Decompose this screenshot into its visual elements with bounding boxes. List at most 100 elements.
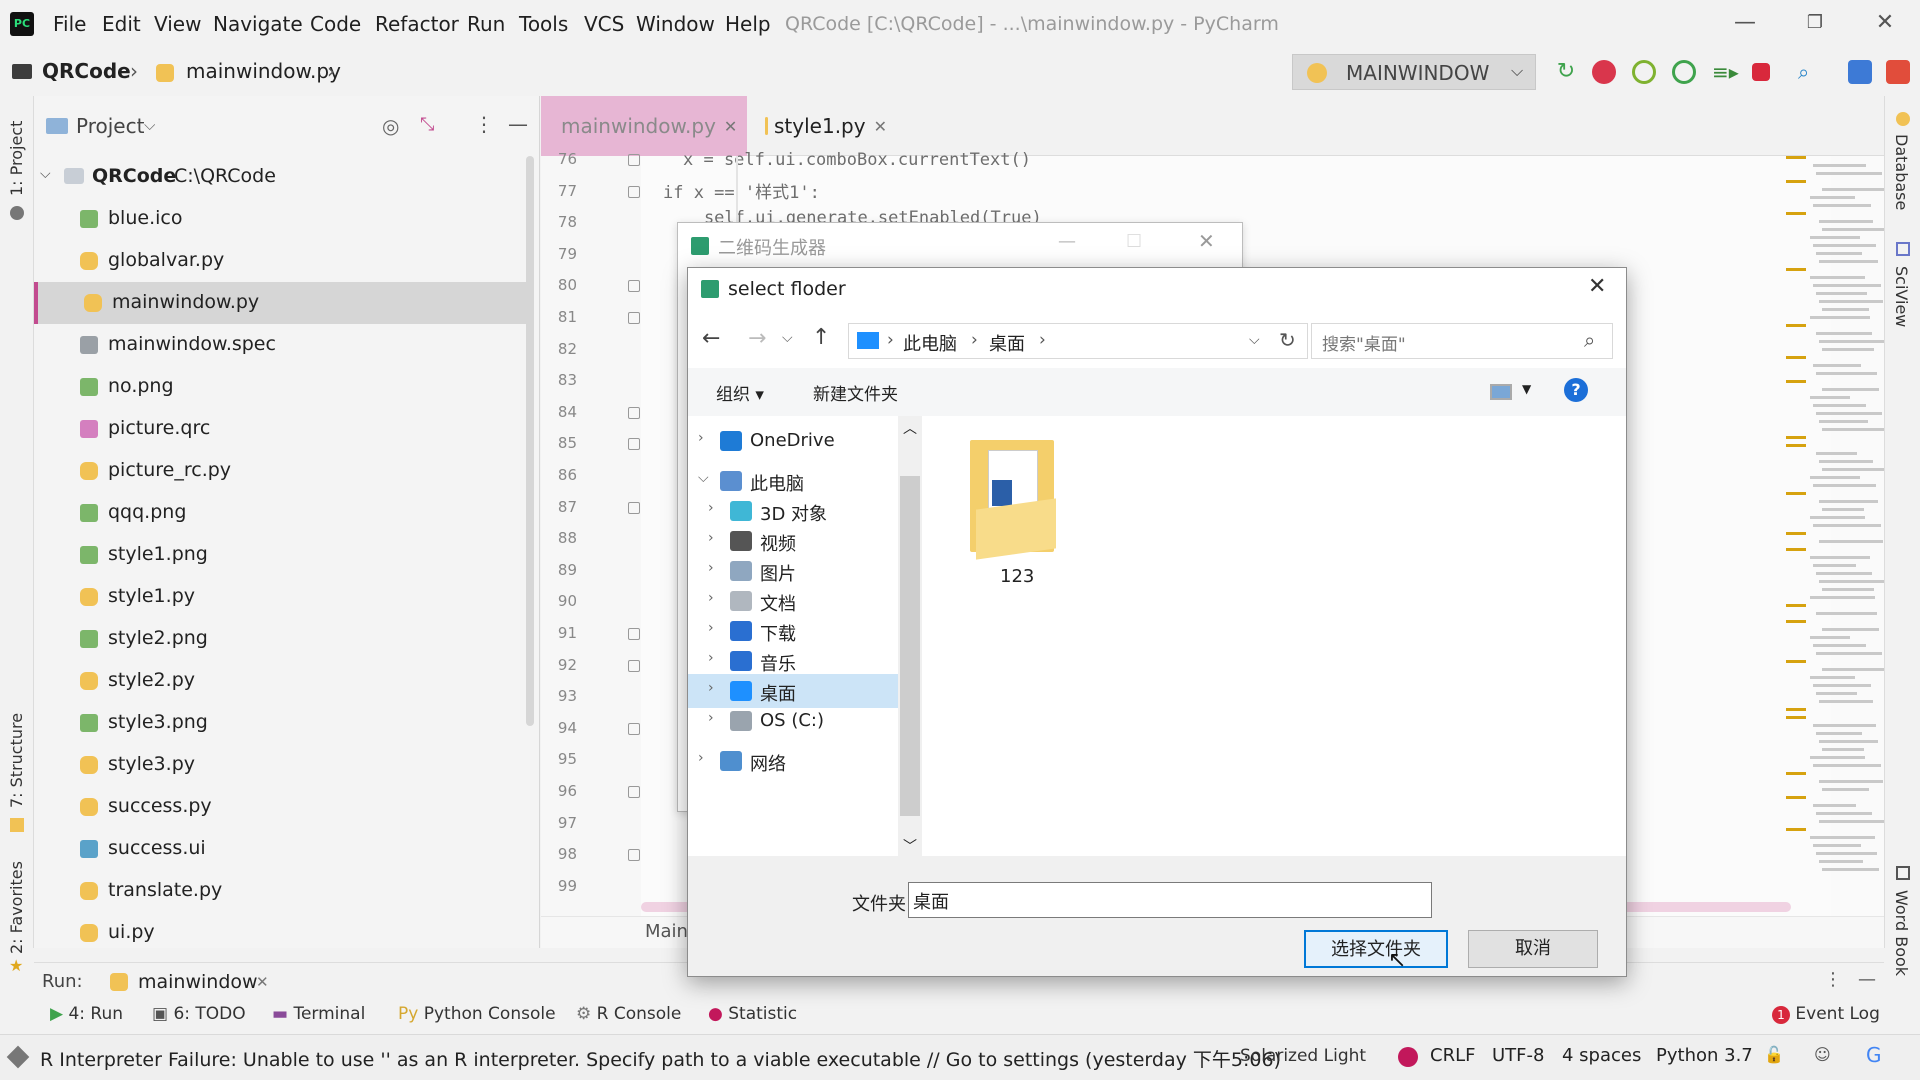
tab-terminal[interactable]: ▬ Terminal [272,1004,365,1024]
maximize-icon[interactable]: ☐ [1126,231,1142,252]
run-config-tab[interactable]: mainwindow [138,971,258,993]
chevron-right-icon[interactable]: › [708,530,714,546]
tab-style1[interactable]: style1.py ✕ [751,96,901,156]
breadcrumb-file[interactable]: mainwindow.py [186,59,341,83]
indent-setting[interactable]: 4 spaces [1562,1045,1641,1066]
select-folder-button[interactable]: 选择文件夹 [1304,930,1448,968]
chevron-down-icon[interactable]: ⌵ [144,116,155,134]
nav-item[interactable]: › 桌面 [688,674,898,708]
fold-marker-icon[interactable] [628,628,640,640]
folder-name-field[interactable]: 桌面 [908,882,1432,918]
collapse-all-icon[interactable]: ⤡ [420,114,434,135]
fold-marker-icon[interactable] [628,312,640,324]
tab-mainwindow[interactable]: mainwindow.py ✕ [541,96,747,156]
more-options-icon[interactable]: ⋮ [474,112,494,136]
tree-item[interactable]: success.py [34,786,534,828]
rerun-icon[interactable]: ↻ [1554,60,1578,84]
navigation-scrollbar[interactable]: ︿ ﹀ [898,416,922,856]
scroll-down-icon[interactable]: ﹀ [903,836,917,856]
tree-item[interactable]: ui.py [34,912,534,954]
menu-vcs[interactable]: VCS [584,12,624,36]
inspector-icon[interactable]: ☺ [1814,1045,1831,1064]
fold-marker-icon[interactable] [628,154,640,166]
close-icon[interactable]: ✕ [1198,229,1215,253]
file-encoding[interactable]: UTF-8 [1492,1045,1544,1066]
chevron-right-icon[interactable]: › [698,750,704,766]
nav-item[interactable]: ⌵ 此电脑 [688,464,898,498]
tree-item[interactable]: blue.ico [34,198,534,240]
event-log-tab[interactable]: 1 Event Log [1772,1004,1880,1024]
folder-item[interactable] [966,436,1070,562]
close-icon[interactable]: ✕ [1588,274,1606,299]
close-tab-icon[interactable]: ✕ [256,973,269,991]
project-view-title[interactable]: Project [76,114,144,138]
tab-statistic[interactable]: ● Statistic [708,1004,797,1024]
address-segment[interactable]: 桌面 [989,330,1025,356]
nav-item[interactable]: › 下载 [688,614,898,648]
menu-view[interactable]: View [154,12,201,36]
wordbook-tool-tab[interactable]: Word Book [1892,890,1911,976]
nav-item[interactable]: › 网络 [688,744,898,778]
forward-arrow-icon[interactable]: → [748,326,766,351]
minimize-icon[interactable]: — [1730,8,1760,38]
chevron-right-icon[interactable]: › [708,710,714,726]
hide-panel-icon[interactable]: — [508,112,528,136]
new-folder-button[interactable]: 新建文件夹 [813,380,898,405]
debug-icon[interactable] [1592,60,1616,84]
tab-todo[interactable]: ▣ 6: TODO [152,1004,246,1024]
profile-icon[interactable] [1672,60,1696,84]
tree-item[interactable]: mainwindow.py [34,282,534,324]
run-list-icon[interactable]: ≡▸ [1712,60,1739,84]
stop-icon[interactable] [1752,63,1770,81]
back-arrow-icon[interactable]: ← [702,326,720,351]
restore-icon[interactable]: ❐ [1800,8,1830,38]
chevron-right-icon[interactable]: › [708,500,714,516]
chevron-down-icon[interactable]: ⌵ [40,166,51,182]
fold-marker-icon[interactable] [628,280,640,293]
tree-item[interactable]: style1.py [34,576,534,618]
tree-item[interactable]: picture.qrc [34,408,534,450]
fold-marker-icon[interactable] [628,722,640,735]
coverage-icon[interactable] [1632,60,1656,84]
tree-item[interactable]: globalvar.py [34,240,534,282]
nav-item[interactable]: › 音乐 [688,644,898,678]
nav-item[interactable]: › 图片 [688,554,898,588]
nav-item[interactable]: › 文档 [688,584,898,618]
close-icon[interactable]: ✕ [1870,8,1900,38]
menu-code[interactable]: Code [310,12,361,36]
content-pane[interactable]: 123 [922,416,1626,856]
layers-icon[interactable] [6,1045,30,1069]
tab-run[interactable]: ▶ 4: Run [50,1004,123,1024]
menu-edit[interactable]: Edit [102,12,141,36]
scroll-thumb[interactable] [900,476,920,816]
chevron-right-icon[interactable]: › [708,560,714,576]
tree-item[interactable]: picture_rc.py [34,450,534,492]
nav-item[interactable]: › 视频 [688,524,898,558]
chevron-down-icon[interactable]: ▼ [1522,382,1531,396]
favorites-tool-tab[interactable]: 2: Favorites [7,861,26,954]
more-options-icon[interactable]: ⋮ [1824,969,1842,990]
tab-r-console[interactable]: ⚙ R Console [576,1004,681,1024]
nav-item[interactable]: › 3D 对象 [688,494,898,528]
theme-indicator[interactable]: Solarized Light [1240,1046,1366,1066]
google-icon[interactable]: G [1866,1043,1882,1067]
search-icon[interactable]: ⌕ [1798,60,1822,84]
nav-item[interactable]: › OneDrive [688,424,898,458]
refresh-icon[interactable]: ↻ [1279,328,1296,352]
breadcrumb-project[interactable]: QRCode [42,59,131,83]
hide-panel-icon[interactable]: — [1858,969,1876,990]
target-icon[interactable]: ◎ [382,114,399,138]
up-arrow-icon[interactable]: ↑ [812,325,830,350]
tree-item[interactable]: style3.png [34,702,534,744]
fold-marker-icon[interactable] [628,185,640,198]
view-mode-icon[interactable] [1490,384,1512,400]
tab-python-console[interactable]: Py Python Console [398,1004,556,1024]
menu-tools[interactable]: Tools [519,12,568,36]
tree-root[interactable]: ⌵ QRCode C:\QRCode [34,156,534,198]
database-tool-tab[interactable]: Database [1892,134,1911,210]
scroll-up-icon[interactable]: ︿ [903,418,917,438]
tree-item[interactable]: no.png [34,366,534,408]
tree-item[interactable]: style2.png [34,618,534,660]
run-configuration-selector[interactable]: MAINWINDOW ⌵ [1292,54,1536,90]
tree-item[interactable]: translate.py [34,870,534,912]
